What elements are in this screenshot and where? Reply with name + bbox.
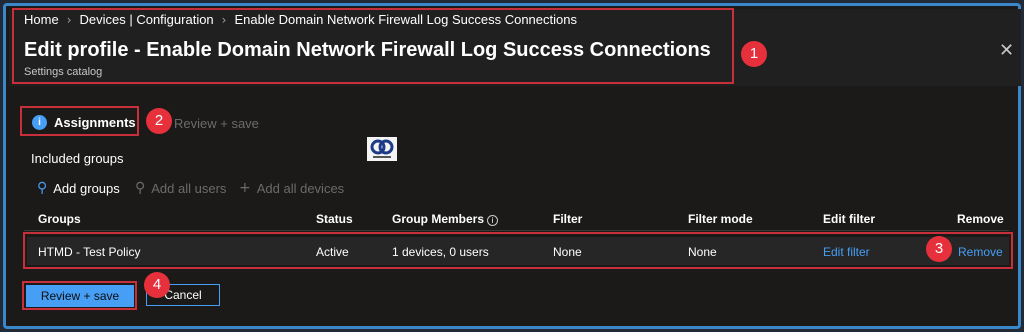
col-header-group-members-label: Group Members bbox=[392, 212, 485, 226]
annotation-badge-1: 1 bbox=[741, 41, 767, 67]
annotation-box-4 bbox=[22, 281, 137, 310]
add-person-icon: ⚲ bbox=[37, 180, 48, 196]
annotation-box-row bbox=[23, 232, 1013, 269]
col-header-filter-mode: Filter mode bbox=[688, 212, 753, 226]
users-icon: ⚲ bbox=[135, 180, 146, 196]
col-header-status: Status bbox=[316, 212, 353, 226]
add-groups-label: Add groups bbox=[53, 180, 120, 196]
tab-review-save[interactable]: Review + save bbox=[174, 116, 259, 131]
header-divider bbox=[24, 230, 1009, 231]
info-icon[interactable]: i bbox=[487, 215, 499, 226]
col-header-group-members: Group Members i bbox=[392, 212, 499, 226]
col-header-filter: Filter bbox=[553, 212, 583, 226]
watermark-logo bbox=[367, 137, 397, 161]
add-all-devices-label: Add all devices bbox=[256, 180, 345, 196]
close-icon[interactable]: ✕ bbox=[999, 40, 1014, 61]
add-all-devices-button[interactable]: + Add all devices bbox=[239, 180, 344, 196]
plus-icon: + bbox=[239, 180, 251, 196]
col-header-remove: Remove bbox=[957, 212, 1004, 226]
col-header-groups: Groups bbox=[38, 212, 81, 226]
annotation-box-2 bbox=[20, 106, 139, 136]
add-all-users-label: Add all users bbox=[151, 180, 227, 196]
section-title: Included groups bbox=[31, 151, 124, 166]
annotation-box-1 bbox=[12, 8, 734, 84]
col-header-edit-filter: Edit filter bbox=[823, 212, 876, 226]
annotation-badge-2: 2 bbox=[146, 108, 172, 134]
annotation-badge-3: 3 bbox=[926, 236, 952, 262]
annotation-badge-4: 4 bbox=[144, 272, 170, 298]
add-all-users-button[interactable]: ⚲ Add all users bbox=[135, 180, 226, 196]
add-groups-button[interactable]: ⚲ Add groups bbox=[37, 180, 120, 196]
